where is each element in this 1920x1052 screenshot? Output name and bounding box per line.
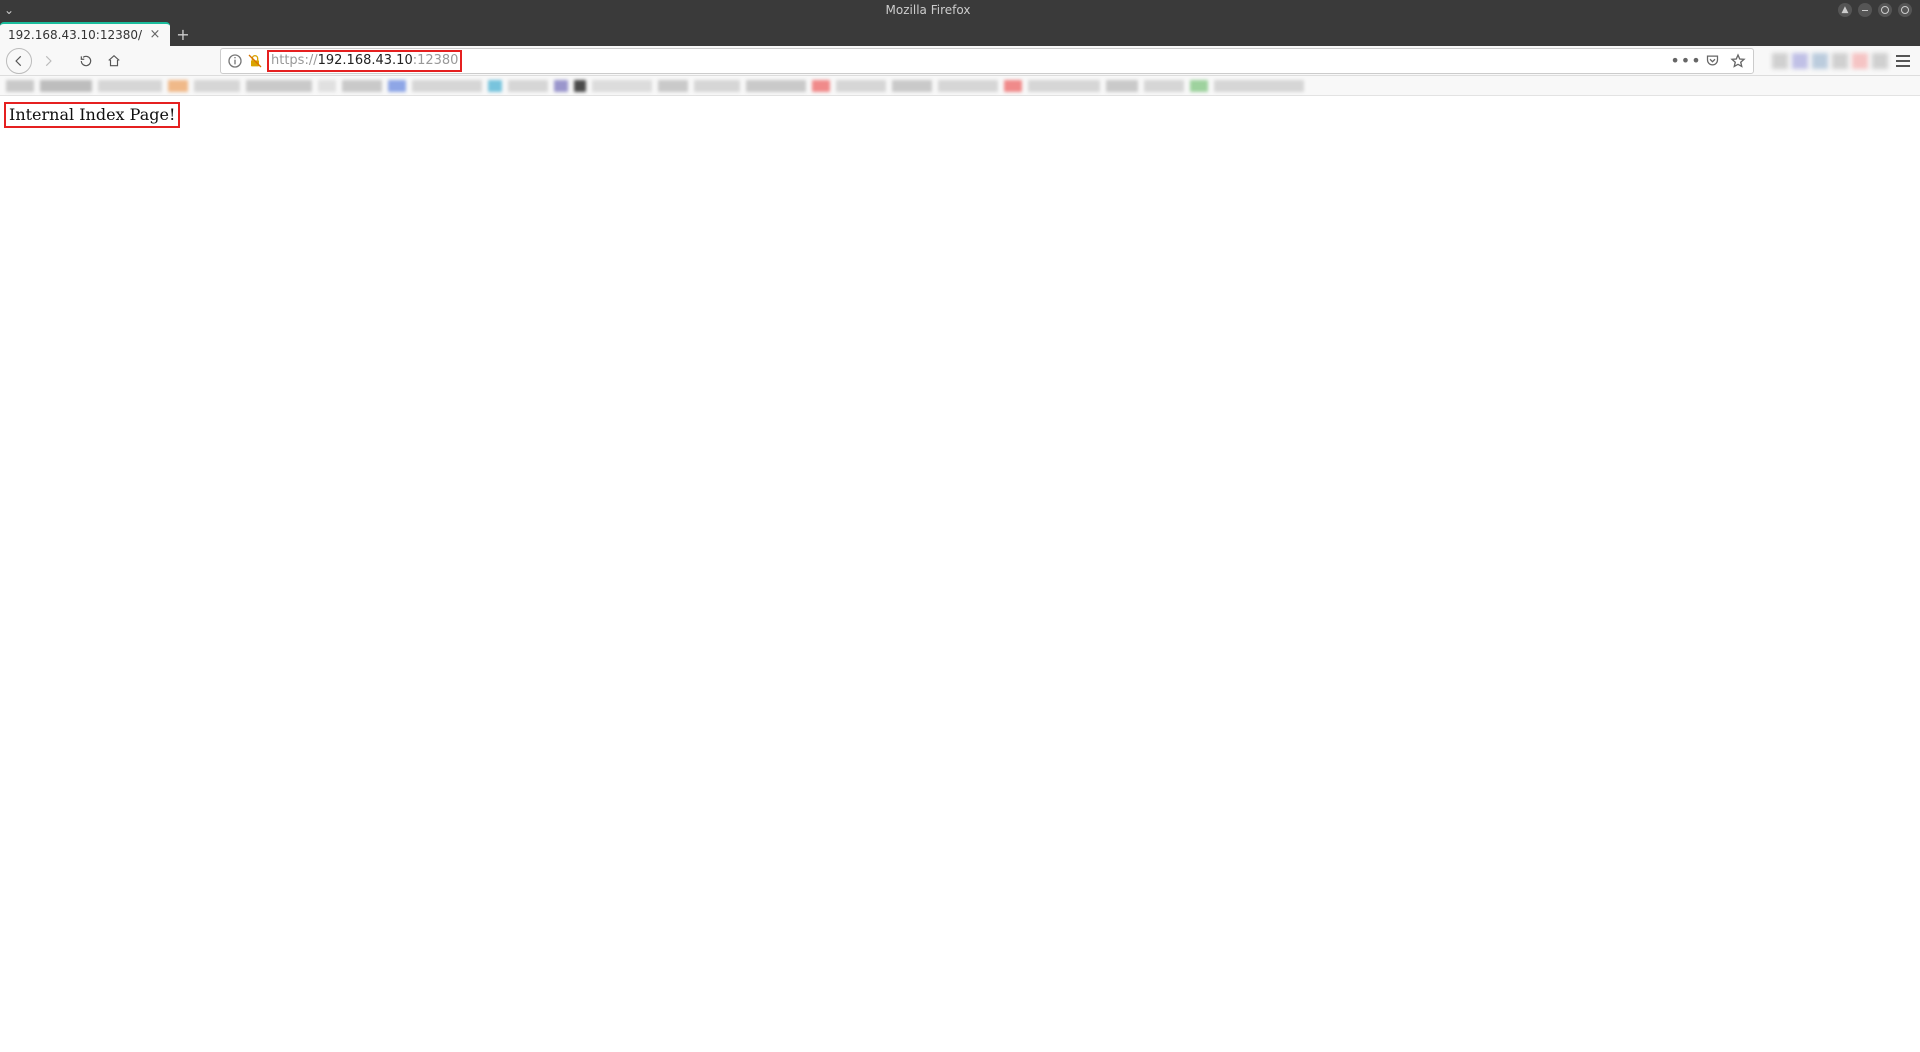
extension-icon[interactable]	[1872, 53, 1888, 69]
bookmark-item[interactable]	[508, 80, 548, 92]
extension-icon[interactable]	[1792, 53, 1808, 69]
navigation-toolbar: https://192.168.43.10:12380 •••	[0, 46, 1920, 76]
titlebar-menu-icon[interactable]: ⌄	[0, 3, 18, 17]
bookmark-item[interactable]	[574, 80, 586, 92]
menu-button[interactable]	[1892, 50, 1914, 72]
bookmark-item[interactable]	[318, 80, 336, 92]
bookmark-item[interactable]	[342, 80, 382, 92]
bookmark-item[interactable]	[938, 80, 998, 92]
bookmark-item[interactable]	[1214, 80, 1304, 92]
security-warning-icon[interactable]	[247, 53, 263, 69]
bookmark-item[interactable]	[388, 80, 406, 92]
bookmark-item[interactable]	[1144, 80, 1184, 92]
hamburger-icon	[1896, 55, 1910, 57]
browser-tab[interactable]: 192.168.43.10:12380/ ×	[0, 22, 170, 46]
bookmark-item[interactable]	[592, 80, 652, 92]
bookmark-item[interactable]	[488, 80, 502, 92]
pocket-icon[interactable]	[1703, 52, 1721, 70]
tab-title: 192.168.43.10:12380/	[8, 28, 148, 42]
bookmark-item[interactable]	[554, 80, 568, 92]
bookmarks-bar[interactable]	[0, 76, 1920, 96]
window-title: Mozilla Firefox	[18, 3, 1838, 17]
bookmark-item[interactable]	[836, 80, 886, 92]
site-info-icon[interactable]	[227, 53, 243, 69]
home-button[interactable]	[102, 49, 126, 73]
address-bar[interactable]: https://192.168.43.10:12380 •••	[220, 48, 1754, 74]
addressbar-right-icons: •••	[1677, 52, 1747, 70]
tab-strip: 192.168.43.10:12380/ × +	[0, 20, 1920, 46]
extension-icon[interactable]	[1812, 53, 1828, 69]
url-protocol: https://	[271, 53, 318, 68]
bookmark-item[interactable]	[1028, 80, 1100, 92]
bookmark-item[interactable]	[892, 80, 932, 92]
url-host: 192.168.43.10	[318, 53, 413, 68]
bookmark-item[interactable]	[1190, 80, 1208, 92]
home-icon	[107, 54, 121, 68]
bookmark-item[interactable]	[194, 80, 240, 92]
bookmark-item[interactable]	[1106, 80, 1138, 92]
window-titlebar: ⌄ Mozilla Firefox ▲	[0, 0, 1920, 20]
arrow-right-icon	[41, 54, 55, 68]
bookmark-item[interactable]	[40, 80, 92, 92]
extension-icon[interactable]	[1852, 53, 1868, 69]
bookmark-item[interactable]	[412, 80, 482, 92]
toolbar-right	[1766, 50, 1914, 72]
maximize-button[interactable]	[1878, 3, 1892, 17]
bookmark-item[interactable]	[694, 80, 740, 92]
bookmark-item[interactable]	[168, 80, 188, 92]
bookmark-item[interactable]	[746, 80, 806, 92]
extension-icon[interactable]	[1772, 53, 1788, 69]
page-actions-icon[interactable]: •••	[1677, 52, 1695, 70]
forward-button	[36, 49, 60, 73]
close-window-button[interactable]	[1898, 3, 1912, 17]
bookmark-item[interactable]	[812, 80, 830, 92]
notify-icon[interactable]: ▲	[1838, 3, 1852, 17]
extension-icon[interactable]	[1832, 53, 1848, 69]
window-controls: ▲	[1838, 3, 1920, 17]
bookmark-star-icon[interactable]	[1729, 52, 1747, 70]
headline-highlight-box: Internal Index Page!	[4, 102, 180, 128]
reload-icon	[79, 54, 93, 68]
bookmark-item[interactable]	[246, 80, 312, 92]
new-tab-button[interactable]: +	[170, 22, 196, 46]
arrow-left-icon	[12, 54, 26, 68]
bookmark-item[interactable]	[1004, 80, 1022, 92]
back-button[interactable]	[6, 48, 32, 74]
close-tab-icon[interactable]: ×	[148, 28, 162, 42]
minimize-button[interactable]	[1858, 3, 1872, 17]
bookmark-item[interactable]	[6, 80, 34, 92]
bookmark-item[interactable]	[658, 80, 688, 92]
bookmark-item[interactable]	[98, 80, 162, 92]
url-port: :12380	[413, 53, 459, 68]
page-headline: Internal Index Page!	[9, 105, 175, 124]
url-highlight-box: https://192.168.43.10:12380	[267, 50, 462, 72]
page-content: Internal Index Page!	[0, 96, 1920, 1052]
reload-button[interactable]	[74, 49, 98, 73]
